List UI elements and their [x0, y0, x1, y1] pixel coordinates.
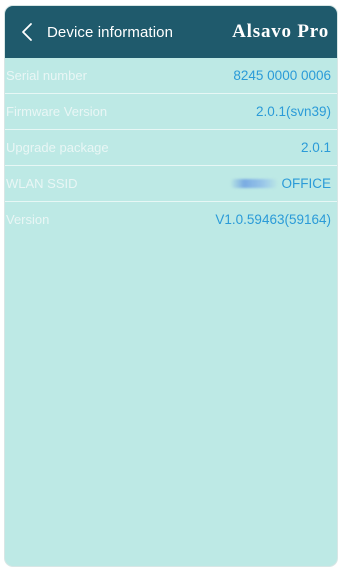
serial-number-label: Serial number: [6, 68, 87, 83]
app-header: Device information Alsavo Pro: [5, 6, 337, 58]
info-list: Serial number 8245 0000 0006 Firmware Ve…: [5, 58, 337, 237]
brand-logo: Alsavo Pro: [232, 21, 329, 42]
wlan-ssid-value-wrap: OFFICE: [229, 176, 332, 191]
upgrade-package-label: Upgrade package: [6, 140, 109, 155]
redacted-ssid-blur: [229, 179, 278, 188]
page-title: Device information: [47, 23, 174, 41]
back-button[interactable]: [9, 6, 45, 58]
wlan-ssid-value: OFFICE: [281, 176, 332, 191]
list-item-wlan-ssid: WLAN SSID OFFICE: [5, 166, 337, 202]
device-info-screen: Device information Alsavo Pro Serial num…: [5, 6, 337, 566]
upgrade-package-value: 2.0.1: [300, 140, 331, 155]
chevron-left-icon: [22, 23, 32, 41]
version-label: Version: [6, 212, 50, 227]
list-item-version: Version V1.0.59463(59164): [5, 202, 337, 237]
list-item-upgrade-package[interactable]: Upgrade package 2.0.1: [5, 130, 337, 166]
serial-number-value: 8245 0000 0006: [233, 68, 331, 83]
firmware-version-label: Firmware Version: [6, 104, 108, 119]
wlan-ssid-label: WLAN SSID: [6, 176, 78, 191]
firmware-version-value: 2.0.1(svn39): [255, 104, 331, 119]
version-value: V1.0.59463(59164): [215, 212, 331, 227]
list-item-firmware-version: Firmware Version 2.0.1(svn39): [5, 94, 337, 130]
list-item-serial-number: Serial number 8245 0000 0006: [5, 58, 337, 94]
